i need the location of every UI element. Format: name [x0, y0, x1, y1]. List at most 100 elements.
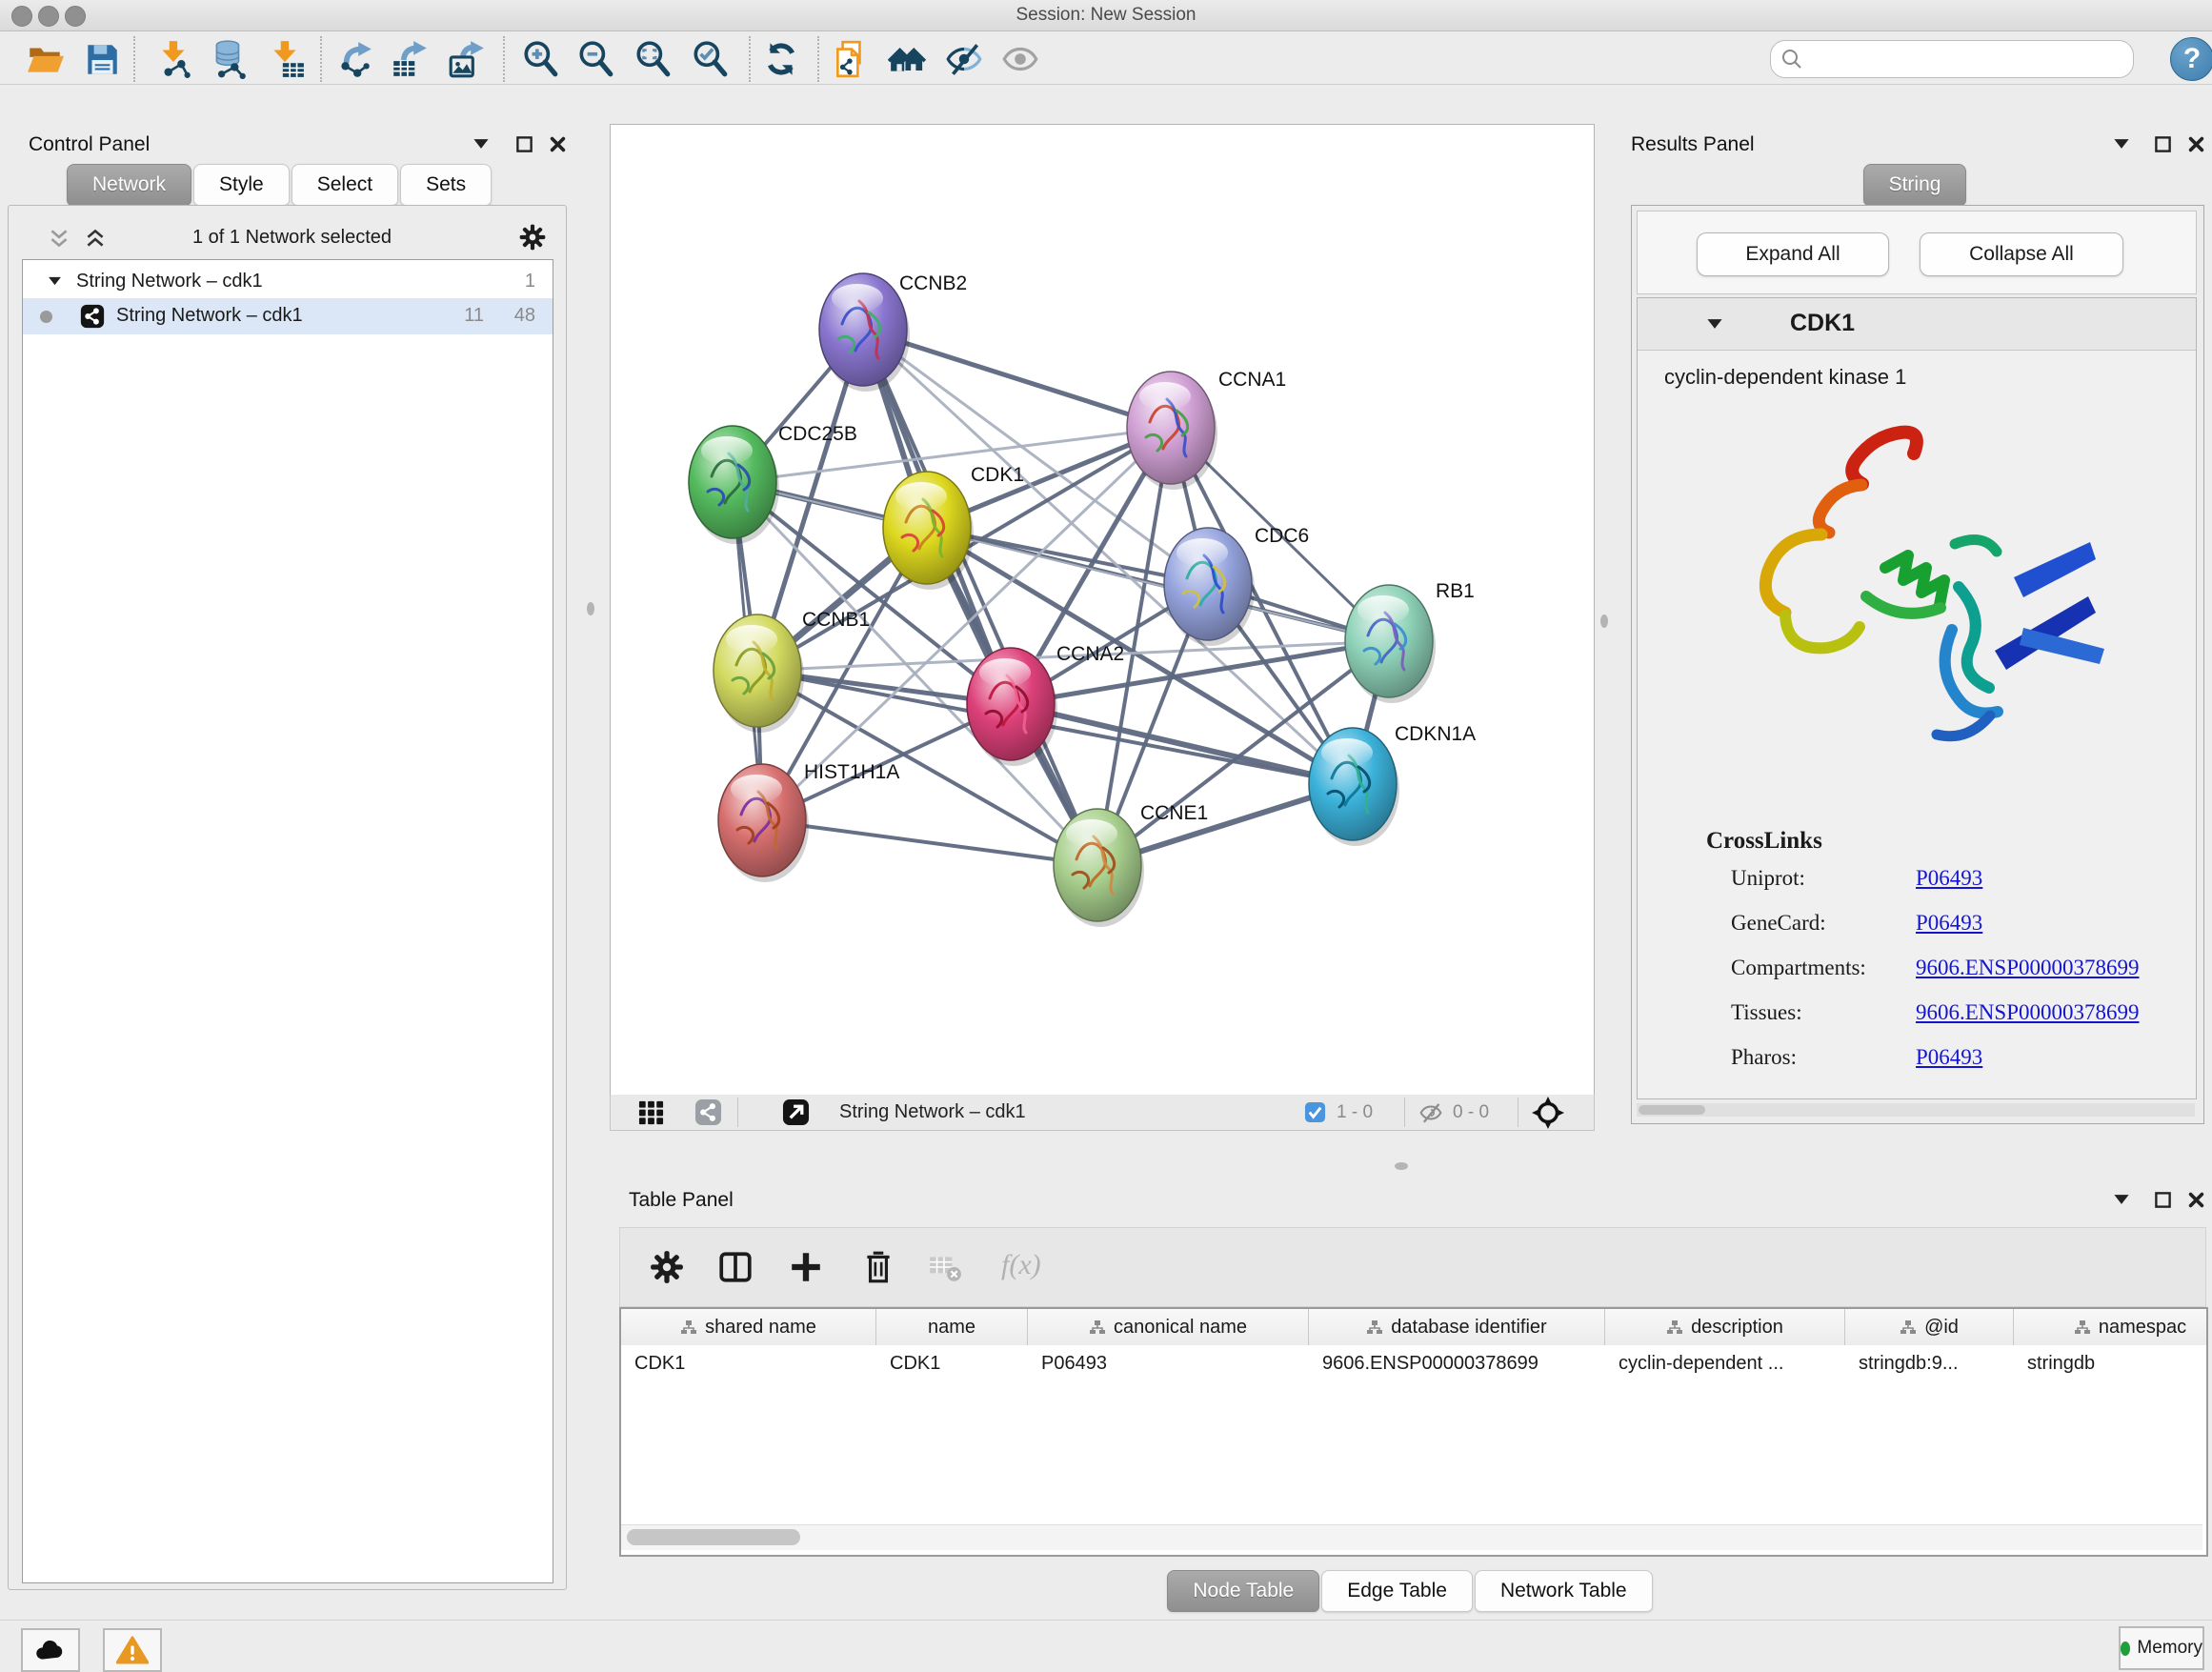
edge-CCNB2-CCNA1[interactable]: [863, 330, 1171, 428]
show-columns-icon[interactable]: [717, 1249, 754, 1285]
crosslink-link[interactable]: P06493: [1916, 866, 1982, 891]
warning-button[interactable]: [103, 1628, 162, 1672]
table-row[interactable]: CDK1CDK1P064939606.ENSP00000378699cyclin…: [621, 1345, 2208, 1381]
node-HIST1H1A[interactable]: HIST1H1A: [718, 761, 899, 882]
delete-table-icon[interactable]: [927, 1249, 963, 1285]
duplicate-network-icon[interactable]: [831, 39, 871, 79]
table-cell[interactable]: cyclin-dependent ...: [1605, 1345, 1845, 1381]
tab-network-table[interactable]: Network Table: [1475, 1570, 1653, 1612]
tab-style[interactable]: Style: [193, 164, 290, 206]
table-cell[interactable]: stringdb:9...: [1845, 1345, 2014, 1381]
splitter-grip[interactable]: [1600, 614, 1608, 628]
add-column-icon[interactable]: [788, 1249, 824, 1285]
network-collection-row[interactable]: String Network – cdk1 1: [23, 264, 553, 298]
crosslink-link[interactable]: 9606.ENSP00000378699: [1916, 1000, 2140, 1025]
string-home-icon[interactable]: [888, 39, 928, 79]
table-cell[interactable]: P06493: [1028, 1345, 1309, 1381]
export-table-icon[interactable]: [390, 39, 430, 79]
column-header-canonical-name[interactable]: canonical name: [1028, 1309, 1309, 1345]
column-header-shared-name[interactable]: shared name: [621, 1309, 876, 1345]
export-network-icon[interactable]: [334, 39, 374, 79]
memory-button[interactable]: Memory: [2119, 1626, 2204, 1670]
help-button[interactable]: ?: [2170, 37, 2212, 81]
grid-view-icon[interactable]: [637, 1098, 665, 1126]
share-view-icon[interactable]: [694, 1098, 722, 1126]
tab-sets[interactable]: Sets: [400, 164, 492, 206]
crosslink-link[interactable]: 9606.ENSP00000378699: [1916, 956, 2140, 980]
protein-card-header[interactable]: CDK1: [1638, 298, 2196, 351]
collection-expand-icon[interactable]: [48, 275, 62, 286]
save-session-icon[interactable]: [82, 39, 122, 79]
column-header-database-identifier[interactable]: database identifier: [1309, 1309, 1605, 1345]
crosslink-link[interactable]: P06493: [1916, 911, 1982, 936]
zoom-out-icon[interactable]: [575, 39, 615, 79]
column-header-namespac[interactable]: namespac: [2014, 1309, 2208, 1345]
zoom-in-icon[interactable]: [520, 39, 560, 79]
node-CCNA2[interactable]: CCNA2: [967, 643, 1124, 766]
results-panel-title: Results Panel: [1631, 133, 1755, 156]
tab-string[interactable]: String: [1863, 164, 1967, 206]
table-panel-close-icon[interactable]: [2187, 1191, 2205, 1209]
import-network-file-icon[interactable]: [154, 39, 194, 79]
selected-checkbox-icon[interactable]: [1304, 1101, 1326, 1123]
column-header-name[interactable]: name: [876, 1309, 1028, 1345]
delete-column-icon[interactable]: [860, 1249, 896, 1285]
tab-network[interactable]: Network: [67, 164, 191, 206]
tab-edge-table[interactable]: Edge Table: [1321, 1570, 1473, 1612]
table-cell[interactable]: CDK1: [876, 1345, 1028, 1381]
splitter-grip[interactable]: [1395, 1162, 1408, 1170]
column-header-@id[interactable]: @id: [1845, 1309, 2014, 1345]
network-graph[interactable]: CCNB2CCNA1CDC25BCDK1CDC6RB1CCNB1CCNA2CDK…: [611, 125, 1594, 1095]
node-CDKN1A[interactable]: CDKN1A: [1309, 723, 1476, 846]
zoom-fit-icon[interactable]: [633, 39, 673, 79]
node-label-CCNA1: CCNA1: [1218, 369, 1286, 391]
node-RB1[interactable]: RB1: [1345, 580, 1475, 703]
results-scrollbar-thumb[interactable]: [1639, 1105, 1705, 1115]
import-network-database-icon[interactable]: [209, 39, 249, 79]
hidden-eye-icon[interactable]: [1418, 1100, 1443, 1125]
edge-CCNB2-CCNE1[interactable]: [863, 330, 1097, 865]
birdseye-view-icon[interactable]: [1531, 1096, 1565, 1130]
zoom-selected-icon[interactable]: [690, 39, 730, 79]
external-link-icon[interactable]: [782, 1098, 810, 1126]
control-panel-collapse-icon[interactable]: [473, 137, 490, 150]
node-CCNE1[interactable]: CCNE1: [1054, 802, 1208, 927]
table-panel-float-icon[interactable]: [2154, 1191, 2172, 1209]
table-cell[interactable]: 9606.ENSP00000378699: [1309, 1345, 1605, 1381]
results-panel-close-icon[interactable]: [2187, 135, 2205, 153]
results-panel-float-icon[interactable]: [2154, 135, 2172, 153]
column-header-description[interactable]: description: [1605, 1309, 1845, 1345]
import-table-icon[interactable]: [266, 39, 306, 79]
table-panel-collapse-icon[interactable]: [2113, 1193, 2130, 1205]
results-panel-collapse-icon[interactable]: [2113, 137, 2130, 150]
tab-node-table[interactable]: Node Table: [1167, 1570, 1319, 1612]
table-cell[interactable]: stringdb: [2014, 1345, 2208, 1381]
table-scrollbar-thumb[interactable]: [627, 1529, 800, 1545]
edge-CCNE1-HIST1H1A[interactable]: [762, 820, 1097, 865]
network-canvas[interactable]: CCNB2CCNA1CDC25BCDK1CDC6RB1CCNB1CCNA2CDK…: [610, 124, 1595, 1096]
network-row-selected[interactable]: String Network – cdk1 11 48: [23, 298, 553, 334]
collapse-all-button[interactable]: Collapse All: [1920, 232, 2123, 276]
search-input[interactable]: [1811, 43, 2120, 73]
results-scrollbar[interactable]: [1637, 1103, 2195, 1117]
network-options-gear-icon[interactable]: [518, 223, 547, 252]
table-horizontal-scrollbar[interactable]: [621, 1524, 2202, 1550]
table-options-gear-icon[interactable]: [649, 1249, 685, 1285]
refresh-icon[interactable]: [761, 39, 801, 79]
export-image-icon[interactable]: [447, 39, 487, 79]
node-CCNA1[interactable]: CCNA1: [1127, 369, 1286, 490]
hide-graphics-eye-slash-icon[interactable]: [944, 39, 984, 79]
show-graphics-eye-icon[interactable]: [1000, 39, 1040, 79]
node-CDC6[interactable]: CDC6: [1164, 525, 1309, 646]
control-panel-close-icon[interactable]: [549, 135, 567, 153]
node-CCNB2[interactable]: CCNB2: [819, 272, 967, 392]
control-panel-float-icon[interactable]: [515, 135, 533, 153]
table-cell[interactable]: CDK1: [621, 1345, 876, 1381]
tab-select[interactable]: Select: [292, 164, 398, 206]
open-session-icon[interactable]: [25, 39, 65, 79]
splitter-grip[interactable]: [587, 602, 594, 615]
cloud-button[interactable]: [21, 1628, 80, 1672]
expand-all-button[interactable]: Expand All: [1697, 232, 1889, 276]
crosslink-link[interactable]: P06493: [1916, 1045, 1982, 1070]
protein-card-collapse-icon[interactable]: [1706, 317, 1723, 330]
